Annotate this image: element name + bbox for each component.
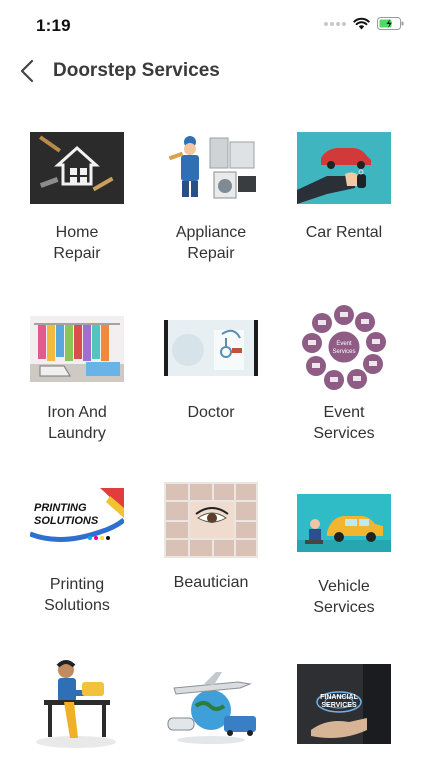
service-label: Event Services <box>313 404 375 442</box>
service-label: Doctor <box>187 404 235 421</box>
service-tile-vehicle-services[interactable]: Vehicle Services <box>277 484 411 618</box>
chevron-left-icon <box>20 59 34 83</box>
back-button[interactable] <box>14 56 40 86</box>
printing-logo-line-2: SOLUTIONS <box>34 515 99 527</box>
service-tile-car-rental[interactable]: Car Rental <box>277 132 411 243</box>
beautician-image <box>164 482 258 558</box>
service-label: Beautician <box>173 574 249 591</box>
service-label: Appliance Repair <box>175 224 247 262</box>
status-time: 1:19 <box>36 16 71 35</box>
service-tile-printing-solutions[interactable]: PRINTING SOLUTIONS Printing Solutions <box>10 484 144 616</box>
service-tile-event-services[interactable]: Event Services Event Services <box>277 304 411 444</box>
service-tile-iron-and-laundry[interactable]: Iron And Laundry <box>10 312 144 444</box>
service-tile-tailoring[interactable] <box>10 656 144 768</box>
appliance-repair-image <box>164 132 258 204</box>
service-label: Car Rental <box>305 224 383 241</box>
printing-logo-line-1: PRINTING <box>34 502 87 514</box>
car-rental-image <box>297 132 391 204</box>
battery-charging-icon <box>377 17 404 30</box>
doctor-image <box>164 320 258 376</box>
service-label: Iron And Laundry <box>47 404 107 442</box>
home-repair-image <box>30 132 124 204</box>
navigation-bar: Doorstep Services <box>0 50 422 94</box>
travel-image <box>164 666 258 746</box>
finance-thumb-text-2: SERVICES <box>321 702 357 709</box>
service-label: Vehicle Services <box>313 578 375 616</box>
service-tile-appliance-repair[interactable]: Appliance Repair <box>144 132 278 264</box>
service-label: Printing Solutions <box>44 576 110 614</box>
iron-and-laundry-image <box>30 316 124 382</box>
service-tile-home-repair[interactable]: Home Repair <box>10 132 144 264</box>
page-title: Doorstep Services <box>53 60 220 81</box>
finance-thumb-text-1: FINANCIAL <box>320 694 358 701</box>
tailor-image <box>30 656 124 750</box>
event-services-image: Event Services <box>301 304 387 390</box>
service-tile-travel[interactable] <box>144 656 278 764</box>
wifi-icon <box>353 17 370 30</box>
service-label: Home Repair <box>53 224 101 262</box>
cellular-signal-icon <box>324 21 346 26</box>
status-bar: 1:19 <box>0 0 422 50</box>
service-tile-doctor[interactable]: Doctor <box>144 312 278 423</box>
printing-solutions-image: PRINTING SOLUTIONS <box>30 488 124 552</box>
event-thumb-text-2: Services <box>332 349 355 355</box>
financial-services-image: FINANCIAL SERVICES <box>297 664 391 744</box>
vehicle-services-image <box>297 494 391 552</box>
service-tile-financial-services[interactable]: FINANCIAL SERVICES <box>277 656 411 762</box>
event-thumb-text-1: Event <box>336 341 352 347</box>
service-tile-beautician[interactable]: Beautician <box>144 482 278 593</box>
